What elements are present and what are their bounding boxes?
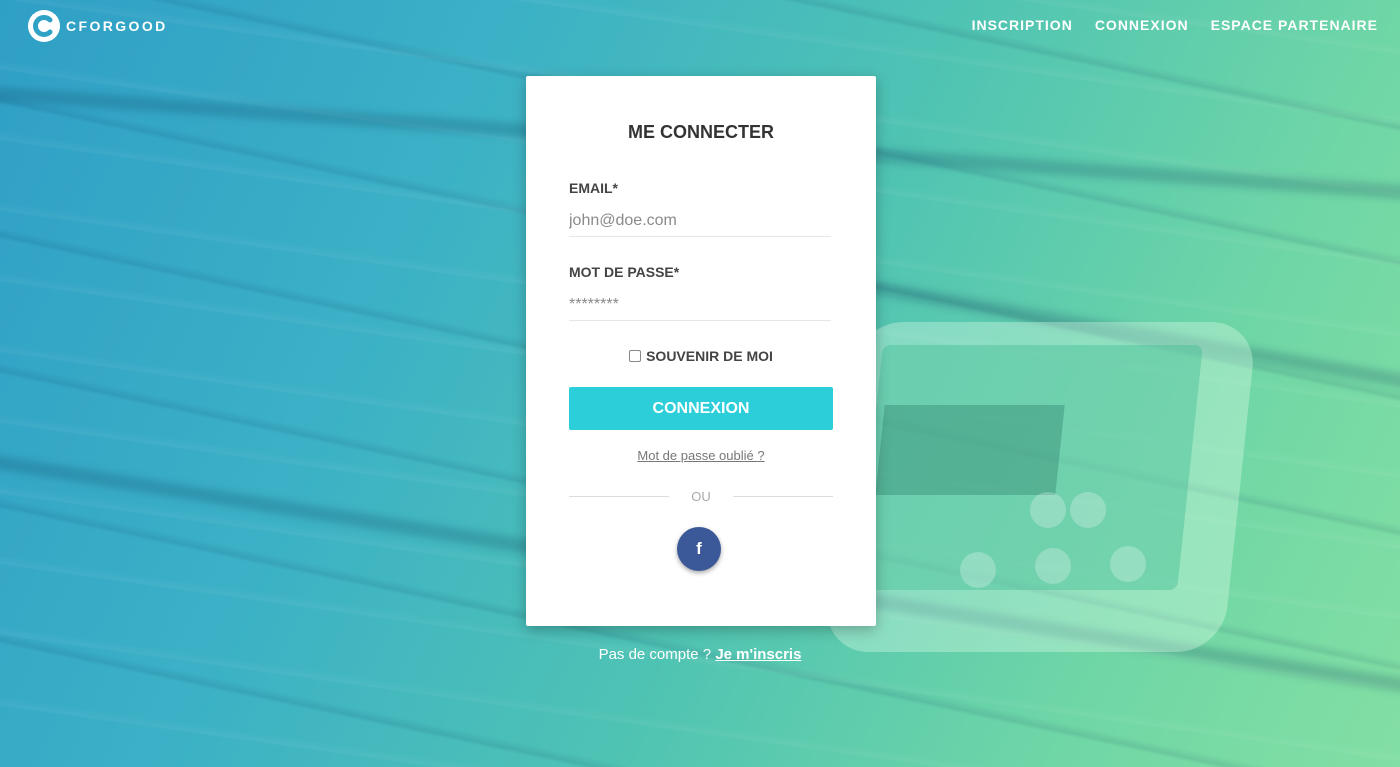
background-phone-button (1110, 546, 1146, 582)
signup-link[interactable]: Je m'inscris (715, 646, 801, 663)
nav-connexion[interactable]: CONNEXION (1095, 17, 1189, 33)
background-phone-button (1030, 492, 1066, 528)
remember-me: SOUVENIR DE MOI (526, 348, 876, 364)
email-label: EMAIL* (569, 180, 618, 196)
login-page: CFORGOOD INSCRIPTION CONNEXION ESPACE PA… (0, 0, 1400, 767)
nav-inscription[interactable]: INSCRIPTION (972, 17, 1073, 33)
top-nav: INSCRIPTION CONNEXION ESPACE PARTENAIRE (972, 17, 1378, 33)
no-account-text: Pas de compte ? (598, 646, 712, 663)
divider-line (569, 496, 670, 497)
login-title: ME CONNECTER (627, 122, 774, 142)
background-phone-button (960, 552, 996, 588)
background-phone-button (1070, 492, 1106, 528)
password-field[interactable] (569, 290, 831, 321)
background-phone-panel (875, 405, 1065, 495)
nav-espace-partenaire[interactable]: ESPACE PARTENAIRE (1211, 17, 1378, 33)
email-field[interactable] (569, 206, 831, 237)
background-phone-button (1035, 548, 1071, 584)
divider-text: OU (691, 489, 711, 504)
divider-line (732, 496, 833, 497)
logo-icon (28, 10, 60, 42)
signup-prompt: Pas de compte ? Je m'inscris (0, 646, 1400, 663)
site-logo[interactable]: CFORGOOD (28, 10, 168, 42)
facebook-login-button[interactable]: f (677, 527, 721, 571)
or-divider: OU (569, 489, 833, 504)
logo-text: CFORGOOD (66, 18, 168, 34)
login-card: ME CONNECTER EMAIL* MOT DE PASSE* SOUVEN… (526, 76, 876, 626)
forgot-password-link[interactable]: Mot de passe oublié ? (526, 448, 876, 463)
password-label: MOT DE PASSE* (569, 264, 680, 280)
remember-me-label[interactable]: SOUVENIR DE MOI (646, 348, 773, 364)
remember-me-checkbox[interactable] (629, 350, 642, 362)
facebook-icon: f (696, 539, 702, 558)
connexion-button[interactable]: CONNEXION (569, 387, 833, 430)
